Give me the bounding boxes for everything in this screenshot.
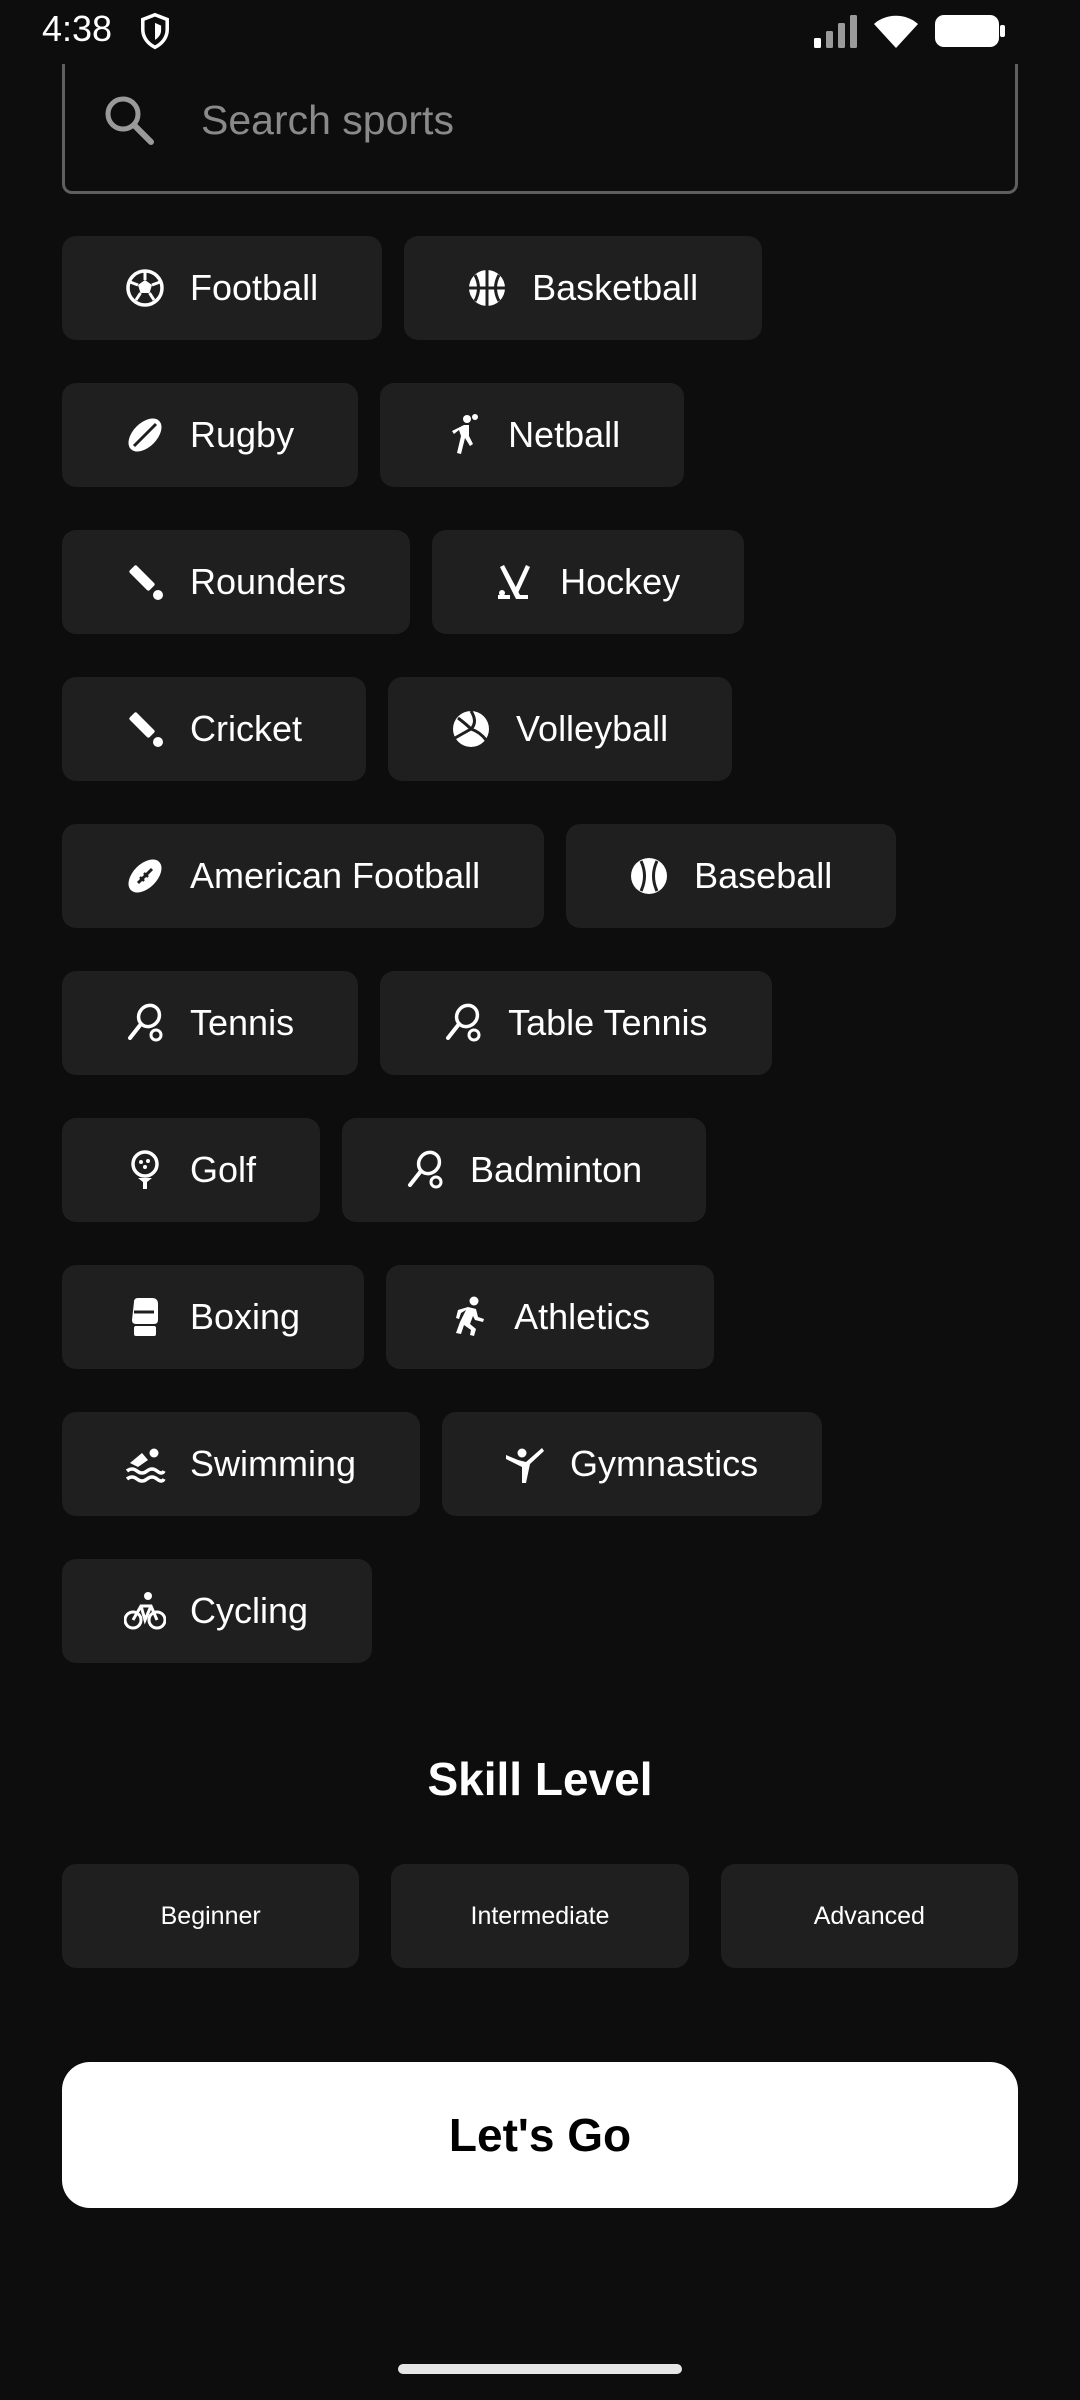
sport-chip-basketball[interactable]: Basketball xyxy=(404,236,763,340)
sport-chip-label: Hockey xyxy=(560,561,681,602)
skill-intermediate-button[interactable]: Intermediate xyxy=(391,1864,689,1968)
chip-row: Cricket Volleyball xyxy=(62,677,1018,781)
sport-chip-rounders[interactable]: Rounders xyxy=(62,530,411,634)
sport-chip-label: Volleyball xyxy=(516,708,669,749)
sport-chip-cycling[interactable]: Cycling xyxy=(62,1559,373,1663)
chip-row: Swimming Gymnastics xyxy=(62,1412,1018,1516)
sport-chip-swimming[interactable]: Swimming xyxy=(62,1412,421,1516)
skill-level-title: Skill Level xyxy=(427,1753,653,1805)
skill-level-options: Beginner Intermediate Advanced xyxy=(62,1864,1018,1968)
sport-chip-label: Cricket xyxy=(190,708,303,749)
racket-icon xyxy=(442,1002,484,1044)
sport-chip-badminton[interactable]: Badminton xyxy=(342,1118,707,1222)
status-bar: 4:38 xyxy=(0,0,1080,64)
chip-row: Cycling xyxy=(62,1559,1018,1663)
racket-icon xyxy=(124,1002,166,1044)
bat-ball-icon xyxy=(124,561,166,603)
chip-row: Boxing Athletics xyxy=(62,1265,1018,1369)
racket-icon xyxy=(404,1149,446,1191)
sport-chip-baseball[interactable]: Baseball xyxy=(566,824,897,928)
golf-ball-tee-icon xyxy=(124,1149,166,1191)
sport-chip-label: Swimming xyxy=(190,1443,357,1484)
skill-advanced-button[interactable]: Advanced xyxy=(720,1864,1018,1968)
sport-chip-label: Rounders xyxy=(190,561,347,602)
sport-chip-rugby[interactable]: Rugby xyxy=(62,383,359,487)
sport-chip-label: Cycling xyxy=(190,1590,309,1631)
lets-go-button[interactable]: Let's Go xyxy=(62,2062,1018,2208)
sport-chip-label: Table Tennis xyxy=(508,1002,708,1043)
bicycle-icon xyxy=(124,1590,166,1632)
chip-row: Tennis Table Tennis xyxy=(62,971,1018,1075)
sport-chip-label: American Football xyxy=(190,855,481,896)
sport-chip-gymnastics[interactable]: Gymnastics xyxy=(442,1412,823,1516)
sports-chip-grid: Football Basketball Rugby Netball Rounders Ho… xyxy=(62,236,1018,1706)
sport-chip-label: Netball xyxy=(508,414,621,455)
sport-chip-cricket[interactable]: Cricket xyxy=(62,677,367,781)
sport-chip-label: Baseball xyxy=(694,855,833,896)
sport-chip-label: Badminton xyxy=(470,1149,643,1190)
home-indicator[interactable] xyxy=(398,2364,682,2374)
sport-chip-table-tennis[interactable]: Table Tennis xyxy=(380,971,772,1075)
sport-chip-boxing[interactable]: Boxing xyxy=(62,1265,365,1369)
skill-beginner-button[interactable]: Beginner xyxy=(62,1864,360,1968)
gymnast-icon xyxy=(504,1443,546,1485)
sport-chip-label: Golf xyxy=(190,1149,257,1190)
bat-ball-icon xyxy=(124,708,166,750)
sport-chip-label: Gymnastics xyxy=(570,1443,759,1484)
status-time: 4:38 xyxy=(42,8,113,49)
search-icon xyxy=(105,96,154,145)
chip-row: American Football Baseball xyxy=(62,824,1018,928)
sport-chip-netball[interactable]: Netball xyxy=(380,383,685,487)
search-input[interactable] xyxy=(201,80,961,160)
sport-chip-american-football[interactable]: American Football xyxy=(62,824,545,928)
american-football-icon xyxy=(124,855,166,897)
sport-chip-label: Basketball xyxy=(532,267,699,308)
sport-chip-athletics[interactable]: Athletics xyxy=(386,1265,715,1369)
boxing-glove-icon xyxy=(124,1296,166,1338)
netball-player-icon xyxy=(442,414,484,456)
sport-chip-label: Rugby xyxy=(190,414,295,455)
battery-icon xyxy=(935,15,1005,47)
basketball-icon xyxy=(466,267,508,309)
chip-row: Golf Badminton xyxy=(62,1118,1018,1222)
soccer-ball-icon xyxy=(124,267,166,309)
signal-icon xyxy=(814,15,857,48)
sport-chip-golf[interactable]: Golf xyxy=(62,1118,321,1222)
volleyball-icon xyxy=(450,708,492,750)
chip-row: Rounders Hockey xyxy=(62,530,1018,634)
chip-row: Rugby Netball xyxy=(62,383,1018,487)
sport-chip-volleyball[interactable]: Volleyball xyxy=(388,677,733,781)
sport-chip-label: Football xyxy=(190,267,319,308)
sport-chip-tennis[interactable]: Tennis xyxy=(62,971,359,1075)
runner-icon xyxy=(448,1296,490,1338)
wifi-icon xyxy=(874,15,918,48)
sport-chip-label: Tennis xyxy=(190,1002,295,1043)
rugby-ball-icon xyxy=(124,414,166,456)
sport-chip-hockey[interactable]: Hockey xyxy=(432,530,745,634)
sport-chip-football[interactable]: Football xyxy=(62,236,383,340)
sport-chip-label: Boxing xyxy=(190,1296,301,1337)
baseball-icon xyxy=(628,855,670,897)
hockey-sticks-icon xyxy=(494,561,536,603)
shield-icon xyxy=(141,12,169,50)
sport-chip-label: Athletics xyxy=(514,1296,651,1337)
swimmer-icon xyxy=(124,1443,166,1485)
chip-row: Football Basketball xyxy=(62,236,1018,340)
